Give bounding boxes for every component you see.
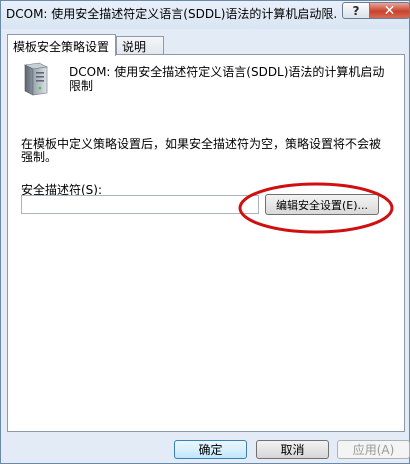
dialog-window: DCOM: 使用安全描述符定义语言(SDDL)语法的计算机启动限... ? ✕ … bbox=[0, 0, 410, 464]
tab-template-security-policy[interactable]: 模板安全策略设置 bbox=[7, 34, 116, 56]
apply-button[interactable]: 应用(A) bbox=[337, 440, 410, 459]
tab-panel bbox=[7, 54, 405, 432]
policy-title: DCOM: 使用安全描述符定义语言(SDDL)语法的计算机启动限制 bbox=[69, 65, 385, 93]
server-computer-icon bbox=[24, 62, 48, 96]
ok-button[interactable]: 确定 bbox=[174, 440, 247, 459]
edit-security-button[interactable]: 编辑安全设置(E)... bbox=[265, 194, 379, 215]
policy-description: 在模板中定义策略设置后，如果安全描述符为空，策略设置将不会被强制。 bbox=[21, 137, 382, 164]
security-descriptor-input[interactable] bbox=[21, 195, 259, 214]
title-bar: DCOM: 使用安全描述符定义语言(SDDL)语法的计算机启动限... ? ✕ bbox=[1, 1, 410, 29]
help-button[interactable]: ? bbox=[342, 2, 370, 19]
cancel-button[interactable]: 取消 bbox=[256, 440, 329, 459]
tab-explain[interactable]: 说明 bbox=[116, 36, 164, 55]
window-title: DCOM: 使用安全描述符定义语言(SDDL)语法的计算机启动限... bbox=[6, 7, 336, 21]
close-button[interactable]: ✕ bbox=[369, 2, 410, 19]
